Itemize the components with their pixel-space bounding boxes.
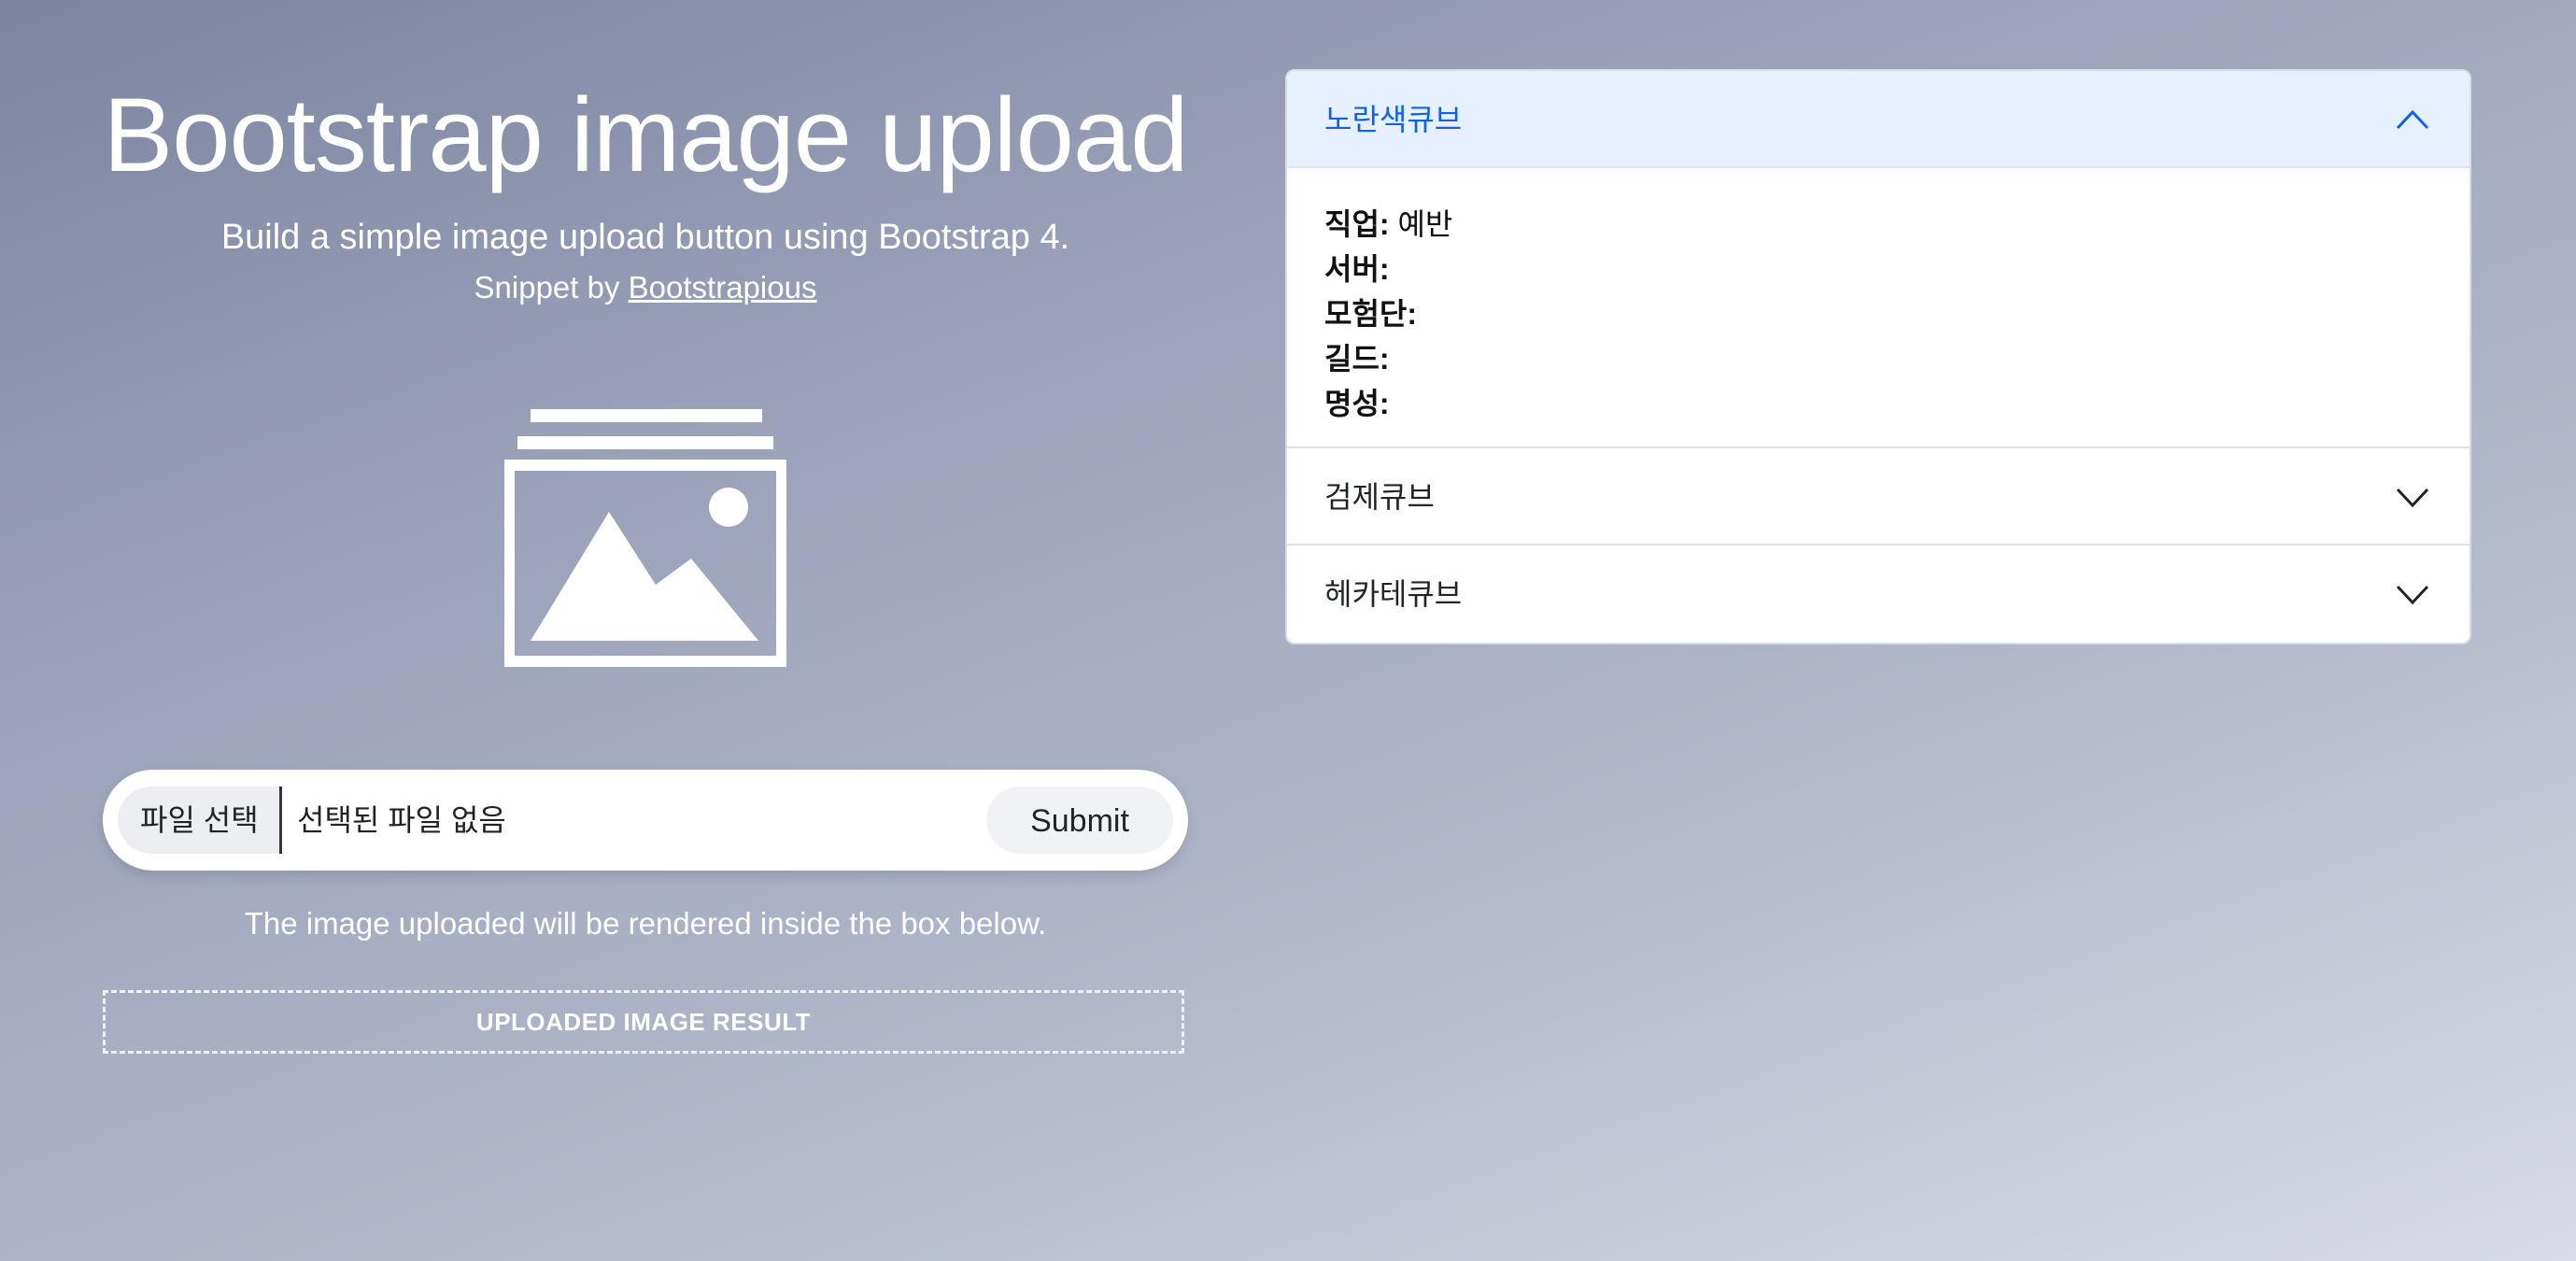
field-value: 예반	[1397, 207, 1453, 241]
page-subtitle: Build a simple image upload button using…	[220, 218, 1070, 257]
accordion-title: 노란색큐브	[1324, 103, 1463, 136]
field-label: 명성:	[1324, 387, 1390, 420]
image-icon	[504, 409, 786, 667]
choose-file-button[interactable]: 파일 선택	[118, 786, 282, 854]
field-row-server: 서버:	[1324, 247, 2432, 291]
field-row-job: 직업: 예반	[1324, 202, 2432, 247]
accordion-title: 헤카테큐브	[1324, 577, 1463, 611]
accordion-header-hecate-cube[interactable]: 헤카테큐브	[1287, 545, 2470, 643]
field-row-adventure-group: 모험단:	[1324, 291, 2432, 336]
upload-input-group: 파일 선택 선택된 파일 없음 Submit	[103, 770, 1188, 871]
chevron-down-icon	[2396, 488, 2429, 508]
file-status-text: 선택된 파일 없음	[297, 803, 506, 837]
field-row-guild: 길드:	[1324, 336, 2432, 381]
field-label: 모험단:	[1324, 297, 1417, 331]
render-note: The image uploaded will be rendered insi…	[244, 906, 1047, 941]
accordion: 노란색큐브 직업: 예반 서버: 모험단: 길드: 명성: 검제큐브 헤카테큐브	[1285, 69, 2471, 645]
accordion-body-yellow-cube: 직업: 예반 서버: 모험단: 길드: 명성:	[1287, 168, 2470, 448]
field-label: 서버:	[1324, 252, 1390, 286]
credit-prefix: Snippet by	[474, 270, 629, 305]
field-label: 직업:	[1324, 207, 1390, 241]
accordion-header-yellow-cube[interactable]: 노란색큐브	[1287, 71, 2470, 168]
page-title: Bootstrap image upload	[103, 77, 1189, 193]
field-row-fame: 명성:	[1324, 381, 2432, 426]
snippet-credit: Snippet by Bootstrapious	[103, 267, 1188, 308]
chevron-up-icon	[2396, 109, 2429, 130]
chevron-down-icon	[2396, 585, 2429, 605]
uploaded-image-result-box: UPLOADED IMAGE RESULT	[103, 990, 1184, 1054]
field-label: 길드:	[1324, 342, 1390, 375]
bootstrapious-link[interactable]: Bootstrapious	[629, 270, 817, 305]
submit-button[interactable]: Submit	[986, 786, 1173, 854]
accordion-title: 검제큐브	[1324, 480, 1435, 514]
accordion-header-sword-cube[interactable]: 검제큐브	[1287, 448, 2470, 545]
